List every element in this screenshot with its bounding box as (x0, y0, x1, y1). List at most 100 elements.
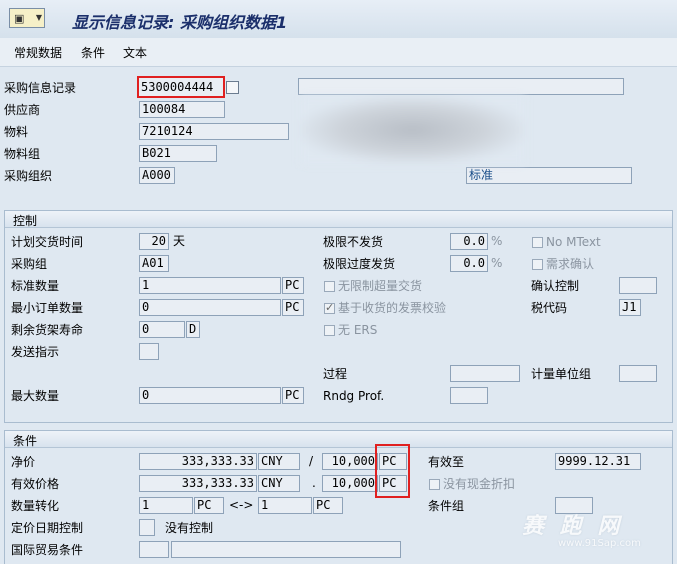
under-tol-label: 极限不发货 (323, 235, 384, 249)
max-qty-field[interactable]: 0 (139, 387, 281, 404)
info-record-field[interactable]: 5300004444 (137, 76, 225, 98)
qty-conv-right-field[interactable]: 1 (258, 497, 312, 514)
purch-org-field[interactable]: A000 (139, 167, 175, 184)
min-qty-field[interactable]: 0 (139, 299, 281, 316)
net-price-field[interactable]: 333,333.33 (139, 453, 257, 470)
unlimited-label: 无限制超量交货 (338, 279, 423, 293)
tab-general-data[interactable]: 常规数据 (14, 44, 62, 61)
plan-delivery-unit: 天 (173, 234, 186, 248)
material-group-label: 物料组 (4, 147, 41, 161)
conditions-section-title: 条件 (13, 434, 38, 448)
standard-field[interactable]: 标准 (466, 167, 632, 184)
eff-price-currency[interactable]: CNY (258, 475, 300, 492)
procedure-label: 过程 (323, 367, 348, 381)
pricing-date-text: 没有控制 (165, 521, 214, 535)
gr-iv-checkbox[interactable] (324, 301, 335, 314)
eff-price-label: 有效价格 (11, 477, 60, 491)
no-cash-disc-label: 没有现金折扣 (443, 477, 516, 491)
std-qty-label: 标准数量 (11, 279, 60, 293)
incoterms-desc-field[interactable] (171, 541, 401, 558)
purch-group-field[interactable]: A01 (139, 255, 169, 272)
qty-conv-right-unit[interactable]: PC (313, 497, 343, 514)
valid-to-label: 有效至 (428, 455, 465, 469)
ack-req-label: 需求确认 (546, 257, 595, 271)
no-ers-label: 无 ERS (338, 323, 378, 337)
shipping-instr-label: 发送指示 (11, 345, 60, 359)
under-tol-unit: % (491, 234, 503, 248)
pricing-date-field[interactable] (139, 519, 155, 536)
min-qty-label: 最小订单数量 (11, 301, 84, 315)
purch-org-label: 采购组织 (4, 169, 53, 183)
incoterms-label: 国际贸易条件 (11, 543, 84, 557)
tab-texts[interactable]: 文本 (123, 44, 147, 61)
conf-ctrl-label: 确认控制 (531, 279, 580, 293)
no-ers-checkbox[interactable] (324, 325, 335, 336)
qty-conv-left-field[interactable]: 1 (139, 497, 193, 514)
over-tol-unit: % (491, 256, 503, 270)
gr-iv-label: 基于收货的发票校验 (338, 301, 447, 315)
purch-group-label: 采购组 (11, 257, 48, 271)
eff-price-field[interactable]: 333,333.33 (139, 475, 257, 492)
conditions-section-header (5, 431, 672, 448)
no-mtext-label: No MText (546, 235, 601, 249)
vendor-label: 供应商 (4, 103, 41, 117)
vendor-field[interactable]: 100084 (139, 101, 225, 118)
no-mtext-checkbox[interactable] (532, 237, 543, 248)
under-tol-field[interactable]: 0.0 (450, 233, 488, 250)
procedure-field[interactable] (450, 365, 520, 382)
redacted-area (300, 96, 525, 164)
shipping-instr-field[interactable] (139, 343, 159, 360)
info-record-label: 采购信息记录 (4, 81, 77, 95)
watermark-url: www.91Sap.com (558, 538, 641, 549)
plan-delivery-field[interactable]: 20 (139, 233, 169, 250)
tax-code-label: 税代码 (531, 301, 568, 315)
no-cash-disc-checkbox[interactable] (429, 479, 440, 490)
info-record-desc-field[interactable] (298, 78, 624, 95)
rndg-prof-field[interactable] (450, 387, 488, 404)
unit-group-label: 计量单位组 (531, 367, 592, 381)
plan-delivery-label: 计划交货时间 (11, 235, 84, 249)
std-qty-field[interactable]: 1 (139, 277, 281, 294)
min-qty-unit[interactable]: PC (282, 299, 304, 316)
copy-icon[interactable] (226, 81, 239, 94)
net-price-label: 净价 (11, 455, 36, 469)
eff-price-per-field[interactable]: 10,000 (322, 475, 378, 492)
conf-ctrl-field[interactable] (619, 277, 657, 294)
ack-req-checkbox[interactable] (532, 259, 543, 270)
tax-code-field[interactable]: J1 (619, 299, 641, 316)
shelf-life-label: 剩余货架寿命 (11, 323, 84, 337)
net-price-currency[interactable]: CNY (258, 453, 300, 470)
over-tol-field[interactable]: 0.0 (450, 255, 488, 272)
highlight-box (375, 444, 410, 498)
max-qty-unit[interactable]: PC (282, 387, 304, 404)
over-tol-label: 极限过度发货 (323, 257, 396, 271)
eff-price-per-separator: . (312, 476, 316, 490)
system-menu-button[interactable]: ▣ ▼ (9, 8, 45, 28)
material-label: 物料 (4, 125, 29, 139)
net-price-per-separator: / (309, 454, 314, 468)
qty-conv-label: 数量转化 (11, 499, 60, 513)
material-group-field[interactable]: B021 (139, 145, 217, 162)
valid-to-field[interactable]: 9999.12.31 (555, 453, 641, 470)
window-title: 显示信息记录: 采购组织数据1 (72, 13, 288, 32)
cond-group-label: 条件组 (428, 499, 465, 513)
control-section-title: 控制 (13, 214, 38, 228)
std-qty-unit[interactable]: PC (282, 277, 304, 294)
max-qty-label: 最大数量 (11, 389, 60, 403)
net-price-per-field[interactable]: 10,000 (322, 453, 378, 470)
shelf-life-field[interactable]: 0 (139, 321, 185, 338)
pricing-date-label: 定价日期控制 (11, 521, 84, 535)
shelf-life-unit[interactable]: D (186, 321, 200, 338)
chevron-down-icon: ▼ (35, 13, 42, 22)
menu-icon: ▣ (14, 12, 25, 25)
unlimited-checkbox[interactable] (324, 281, 335, 292)
incoterms-field[interactable] (139, 541, 169, 558)
watermark-brand: 赛 跑 网 (522, 514, 624, 539)
rndg-prof-label: Rndg Prof. (323, 389, 385, 403)
qty-conv-left-unit[interactable]: PC (194, 497, 224, 514)
material-field[interactable]: 7210124 (139, 123, 289, 140)
qty-conv-arrow: <-> (229, 498, 254, 512)
control-section-header (5, 211, 672, 228)
tab-conditions[interactable]: 条件 (81, 44, 105, 61)
unit-group-field[interactable] (619, 365, 657, 382)
